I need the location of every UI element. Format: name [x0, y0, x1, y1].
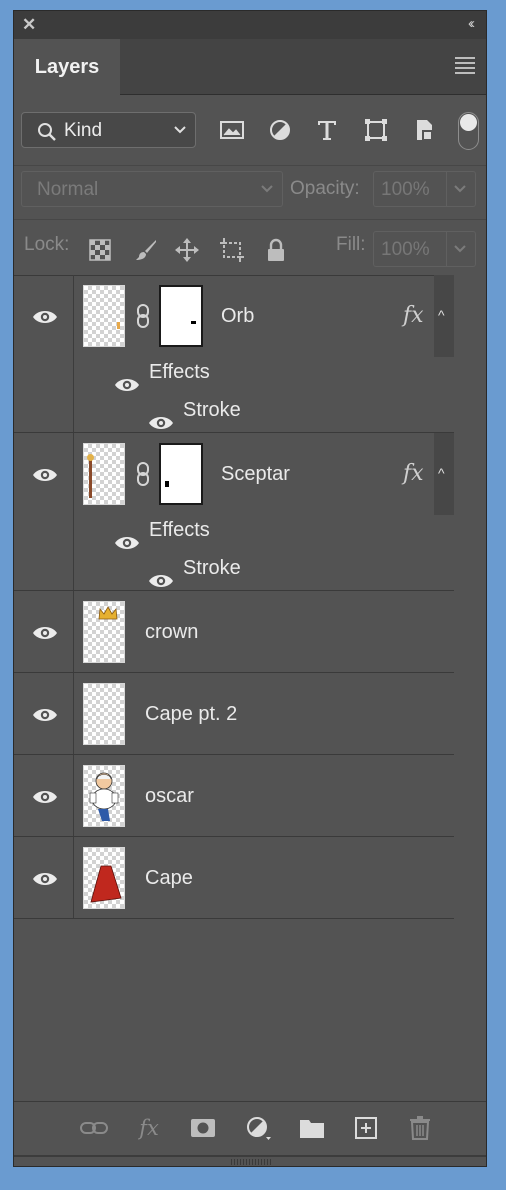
fill-value: 100%	[381, 239, 430, 260]
scrollbar-track[interactable]	[454, 275, 486, 1101]
resize-grip[interactable]	[14, 1155, 486, 1166]
layers-list: Orb fx ^ Effects Stroke Sceptar fx ^ Eff…	[14, 275, 456, 1101]
add-style-label: fx	[139, 1116, 159, 1140]
blend-mode-value: Normal	[37, 179, 99, 200]
effect-stroke-label: Stroke	[183, 399, 241, 421]
add-style-icon[interactable]: fx	[135, 1115, 163, 1141]
panel-menu-icon[interactable]	[455, 57, 475, 77]
image-filter-icon[interactable]	[219, 118, 245, 142]
opacity-value: 100%	[381, 179, 430, 200]
brush-lock-icon[interactable]	[133, 237, 159, 263]
layer-row-cape-pt-2[interactable]: Cape pt. 2	[14, 673, 456, 755]
blend-mode-select[interactable]: Normal	[21, 171, 283, 207]
kind-filter-label: Kind	[64, 120, 103, 141]
eye-icon[interactable]	[114, 534, 140, 552]
eye-icon[interactable]	[32, 624, 58, 642]
chevron-down-icon	[261, 185, 273, 193]
chevron-down-icon	[454, 185, 466, 193]
filter-row: Kind	[14, 95, 486, 166]
layer-mask-thumbnail[interactable]	[159, 443, 203, 505]
bottom-toolbar: fx	[14, 1101, 486, 1155]
tab-layers[interactable]: Layers	[14, 39, 120, 95]
layer-row-cape[interactable]: Cape	[14, 837, 456, 919]
new-group-icon[interactable]	[298, 1115, 326, 1141]
eye-icon[interactable]	[32, 788, 58, 806]
shape-filter-icon[interactable]	[363, 118, 389, 142]
fill-dropdown[interactable]	[446, 232, 475, 266]
close-icon[interactable]: ✕	[22, 15, 36, 35]
chevron-down-icon	[454, 245, 466, 253]
fill-field[interactable]: 100%	[373, 231, 476, 267]
chevron-up-icon: ^	[438, 307, 445, 323]
layer-name: crown	[145, 621, 199, 643]
eye-icon[interactable]	[32, 870, 58, 888]
layer-row-sceptar[interactable]: Sceptar fx ^ Effects Stroke	[14, 433, 456, 591]
fx-badge[interactable]: fx	[403, 461, 424, 486]
layer-row-oscar[interactable]: oscar	[14, 755, 456, 837]
kind-filter-select[interactable]: Kind	[21, 112, 196, 148]
layer-thumbnail[interactable]	[83, 765, 125, 827]
layer-name: oscar	[145, 785, 194, 807]
layer-thumbnail[interactable]	[83, 601, 125, 663]
layer-name: Cape	[145, 867, 193, 889]
blend-row: Normal Opacity: 100%	[14, 165, 486, 220]
layer-thumbnail[interactable]	[83, 443, 125, 505]
eye-icon[interactable]	[32, 466, 58, 484]
trash-icon[interactable]	[406, 1115, 434, 1141]
eye-icon[interactable]	[32, 706, 58, 724]
layer-name: Sceptar	[221, 463, 290, 485]
effects-label: Effects	[149, 361, 210, 383]
new-adjustment-icon[interactable]	[244, 1115, 272, 1141]
checkerboard-lock-icon[interactable]	[87, 237, 113, 263]
tab-bar: Layers	[14, 39, 486, 95]
move-lock-icon[interactable]	[174, 237, 200, 263]
filter-toggle[interactable]	[458, 112, 479, 150]
smart-object-filter-icon[interactable]	[411, 118, 437, 142]
layer-thumbnail[interactable]	[83, 683, 125, 745]
collapse-effects-toggle[interactable]: ^	[434, 433, 456, 515]
chain-link-icon[interactable]	[136, 303, 150, 329]
layer-row-orb[interactable]: Orb fx ^ Effects Stroke	[14, 275, 456, 433]
eye-icon[interactable]	[148, 572, 174, 590]
new-layer-icon[interactable]	[352, 1115, 380, 1141]
panel-titlebar: ✕ ‹‹	[14, 11, 486, 39]
artboard-lock-icon[interactable]	[219, 237, 245, 263]
opacity-dropdown[interactable]	[446, 172, 475, 206]
eye-icon[interactable]	[148, 414, 174, 432]
layer-name: Cape pt. 2	[145, 703, 238, 725]
padlock-icon[interactable]	[263, 237, 289, 263]
adjustment-filter-icon[interactable]	[267, 118, 293, 142]
layer-name: Orb	[221, 305, 255, 327]
fill-label: Fill:	[336, 234, 366, 255]
lock-label: Lock:	[24, 234, 70, 255]
opacity-label: Opacity:	[290, 178, 360, 199]
effects-label: Effects	[149, 519, 210, 541]
eye-icon[interactable]	[32, 308, 58, 326]
add-mask-icon[interactable]	[189, 1115, 217, 1141]
chevron-down-icon	[174, 126, 186, 134]
layer-thumbnail[interactable]	[83, 847, 125, 909]
layer-thumbnail[interactable]	[83, 285, 125, 347]
layers-panel: ✕ ‹‹ Layers Kind Normal Opacity: 100% Lo…	[13, 10, 487, 1167]
eye-icon[interactable]	[114, 376, 140, 394]
collapse-icon[interactable]: ‹‹	[468, 15, 475, 32]
opacity-field[interactable]: 100%	[373, 171, 476, 207]
chain-link-icon[interactable]	[136, 461, 150, 487]
fx-badge[interactable]: fx	[403, 303, 424, 328]
layer-row-crown[interactable]: crown	[14, 591, 456, 673]
effect-stroke-label: Stroke	[183, 557, 241, 579]
type-filter-icon[interactable]	[314, 118, 340, 142]
layer-mask-thumbnail[interactable]	[159, 285, 203, 347]
link-layers-icon[interactable]	[80, 1115, 108, 1141]
collapse-effects-toggle[interactable]: ^	[434, 275, 456, 357]
lock-row: Lock: Fill: 100%	[14, 219, 486, 276]
search-icon	[38, 123, 56, 141]
chevron-up-icon: ^	[438, 465, 445, 481]
